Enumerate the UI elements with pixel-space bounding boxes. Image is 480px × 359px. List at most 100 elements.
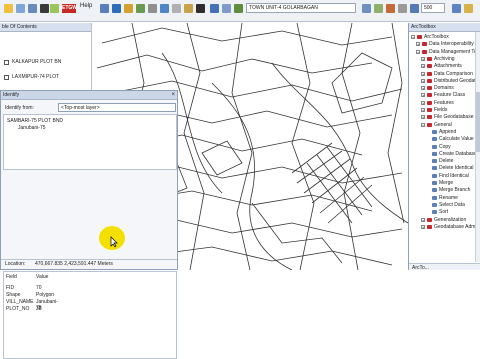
toolbox-item[interactable]: General bbox=[434, 122, 452, 128]
expand-toggle-icon[interactable]: − bbox=[421, 122, 425, 127]
expand-toggle-icon[interactable]: + bbox=[421, 71, 425, 76]
toolbox-item[interactable]: Feature Class bbox=[434, 92, 465, 98]
arcmap-help-icon[interactable] bbox=[464, 4, 473, 13]
expand-toggle-icon[interactable]: + bbox=[421, 56, 425, 61]
toolbox-item[interactable]: Features bbox=[434, 100, 454, 106]
toolbox-icon bbox=[427, 56, 432, 61]
attribute-row[interactable]: PLOT_NO 38 bbox=[6, 306, 42, 312]
attribute-row[interactable]: Shape Polygon bbox=[6, 292, 54, 298]
folder-icon[interactable] bbox=[4, 4, 13, 13]
value-column-header: Value bbox=[36, 274, 49, 280]
toolbox-item[interactable]: Data Comparison bbox=[434, 71, 473, 77]
editor-icon[interactable] bbox=[112, 4, 121, 13]
catalog-icon[interactable] bbox=[374, 4, 383, 13]
scrollbar-thumb[interactable] bbox=[476, 92, 480, 152]
expand-toggle-icon[interactable]: + bbox=[421, 93, 425, 98]
tree-layer-node[interactable]: SAMBARI-75 PLOT BND bbox=[7, 118, 63, 124]
toolbox-item[interactable]: Select Data bbox=[439, 202, 465, 208]
print-icon[interactable] bbox=[28, 4, 37, 13]
toolbox-item[interactable]: Fields bbox=[434, 107, 447, 113]
scale-input[interactable]: 500 bbox=[421, 3, 445, 13]
add-data-icon[interactable] bbox=[50, 4, 59, 13]
pan-icon[interactable] bbox=[160, 4, 169, 13]
tool-icon bbox=[432, 188, 437, 193]
expand-toggle-icon[interactable]: + bbox=[421, 78, 425, 83]
toolbox-item[interactable]: Create Database View bbox=[439, 151, 480, 157]
toolbox-icon bbox=[427, 217, 432, 222]
toolbox-item[interactable]: Distributed Geodatabase bbox=[434, 78, 480, 84]
toolbox-icon bbox=[427, 93, 432, 98]
toolbox-item[interactable]: Attachments bbox=[434, 63, 462, 69]
pointer-icon[interactable] bbox=[196, 4, 205, 13]
layer-visibility-checkbox[interactable] bbox=[4, 75, 9, 80]
toolbox-icon bbox=[422, 42, 427, 47]
toolbox-item[interactable]: Delete bbox=[439, 158, 453, 164]
toolbox-item[interactable]: File Geodatabase bbox=[434, 114, 473, 120]
toolbox-scrollbar[interactable] bbox=[475, 32, 480, 262]
globe-icon[interactable] bbox=[40, 4, 49, 13]
select-features-icon[interactable] bbox=[184, 4, 193, 13]
toolbox-item[interactable]: Generalization bbox=[434, 217, 466, 223]
undo-icon[interactable] bbox=[124, 4, 133, 13]
toolbox-item[interactable]: Domains bbox=[434, 85, 454, 91]
measure-icon[interactable] bbox=[222, 4, 231, 13]
hyperlink-icon[interactable] bbox=[234, 4, 243, 13]
tool-icon bbox=[432, 173, 437, 178]
toolbox-item[interactable]: Find Identical bbox=[439, 173, 469, 179]
expand-toggle-icon[interactable]: + bbox=[421, 100, 425, 105]
toolbox-item[interactable]: Merge Branch bbox=[439, 187, 470, 193]
expand-toggle-icon[interactable]: − bbox=[416, 49, 420, 54]
toolbox-item[interactable]: Geodatabase Administration bbox=[434, 224, 480, 230]
extension-logo-icon: ETGW bbox=[62, 4, 77, 13]
close-icon[interactable]: × bbox=[171, 92, 175, 99]
toolbox-item[interactable]: Sort bbox=[439, 209, 448, 215]
help-menu[interactable]: Help bbox=[80, 3, 92, 9]
zoom-out-icon[interactable] bbox=[148, 4, 157, 13]
toolbox-item[interactable]: Delete Identical bbox=[439, 165, 473, 171]
tree-feature-node[interactable]: Janubani-75 bbox=[18, 125, 46, 131]
layout-icon[interactable] bbox=[362, 4, 371, 13]
attribute-field: VILL_NAME bbox=[6, 299, 34, 305]
toolbox-icon bbox=[427, 71, 432, 76]
arctoolbox-panel: ArcToolbox − ArcToolbox + Data Interoperabi… bbox=[408, 23, 480, 271]
toc-layer-laxmipur[interactable]: LAXMIPUR-74 PLOT bbox=[12, 74, 59, 80]
target-layer-dropdown[interactable]: TOWN UNIT-4 GOLARBAGAN bbox=[246, 3, 356, 13]
expand-toggle-icon[interactable]: + bbox=[421, 217, 425, 222]
search-icon[interactable] bbox=[452, 4, 461, 13]
toolbox-title: ArcToolbox bbox=[409, 23, 480, 32]
toolbox-tab[interactable]: ArcTo... bbox=[412, 265, 429, 271]
identify-tool-icon[interactable] bbox=[100, 4, 109, 13]
expand-toggle-icon[interactable]: + bbox=[421, 64, 425, 69]
full-extent-icon[interactable] bbox=[172, 4, 181, 13]
toolbox-item[interactable]: ArcToolbox bbox=[424, 34, 449, 40]
toolbox-item[interactable]: Data Management Tools bbox=[429, 49, 480, 55]
toolbox-item[interactable]: Rename bbox=[439, 195, 458, 201]
model-builder-icon[interactable] bbox=[410, 4, 419, 13]
python-icon[interactable] bbox=[398, 4, 407, 13]
info-icon[interactable] bbox=[210, 4, 219, 13]
attribute-row[interactable]: VILL_NAME Janubani-75 bbox=[6, 299, 58, 311]
expand-toggle-icon[interactable]: + bbox=[421, 224, 425, 229]
expand-toggle-icon[interactable]: + bbox=[421, 108, 425, 113]
layer-visibility-checkbox[interactable] bbox=[4, 60, 9, 65]
toolbox-item[interactable]: Data Interoperability Tools bbox=[429, 41, 480, 47]
toolbox-item[interactable]: Merge bbox=[439, 180, 453, 186]
attribute-row[interactable]: FID 70 bbox=[6, 285, 42, 291]
expand-toggle-icon[interactable]: + bbox=[421, 115, 425, 120]
identify-results-tree[interactable]: SAMBARI-75 PLOT BND Janubani-75 bbox=[3, 114, 177, 170]
toolbox-item[interactable]: Archiving bbox=[434, 56, 455, 62]
toolbox-footer: ArcTo... bbox=[409, 263, 480, 271]
attribute-field: FID bbox=[6, 285, 15, 291]
toolbox-icon[interactable] bbox=[386, 4, 395, 13]
attribute-value: 38 bbox=[36, 306, 42, 312]
expand-toggle-icon[interactable]: + bbox=[421, 86, 425, 91]
identify-from-dropdown[interactable]: <Top-most layer> bbox=[58, 103, 176, 112]
expand-toggle-icon[interactable]: − bbox=[411, 35, 415, 40]
expand-toggle-icon[interactable]: + bbox=[416, 42, 420, 47]
toc-layer-kalkapur[interactable]: KALKAPUR PLOT BN bbox=[12, 59, 61, 65]
toolbox-item[interactable]: Copy bbox=[439, 144, 451, 150]
toolbox-item[interactable]: Append bbox=[439, 129, 456, 135]
toolbox-item[interactable]: Calculate Value bbox=[439, 136, 474, 142]
save-icon[interactable] bbox=[16, 4, 25, 13]
zoom-in-icon[interactable] bbox=[136, 4, 145, 13]
